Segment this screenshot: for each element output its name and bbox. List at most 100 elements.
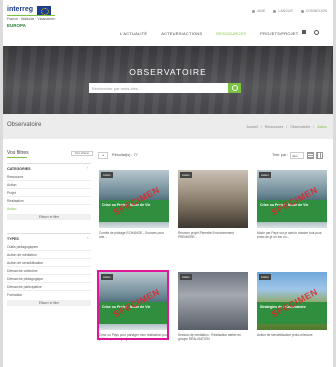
facet-item[interactable]: Action	[7, 183, 16, 187]
hero-banner: OBSERVATOIRE Rechercher par mots-clés...	[3, 46, 333, 114]
facet-item[interactable]: Outils pédagogiques	[7, 245, 38, 249]
result-card[interactable]: Action Réunion projet Pierrette Environn…	[178, 170, 248, 262]
facet-item[interactable]: Réalisation	[7, 199, 24, 203]
breadcrumb-sep: /	[260, 125, 262, 129]
facet-item[interactable]: Action de sensibilisation	[7, 261, 43, 265]
search-button[interactable]	[228, 83, 241, 93]
divider	[7, 196, 91, 197]
divider	[7, 258, 91, 259]
nav-acteurs[interactable]: ACTEURS/ACTIONS	[161, 31, 202, 36]
list-view-icon[interactable]	[307, 152, 314, 159]
facet-item[interactable]: Formation	[7, 293, 22, 297]
chevron-up-icon[interactable]: ⌃	[86, 237, 89, 241]
logo-eu: EUROPA	[7, 23, 26, 28]
title-underline	[7, 157, 27, 158]
breadcrumb-home[interactable]: Accueil	[246, 125, 257, 129]
breadcrumb-action: Action	[317, 125, 327, 129]
reset-filters-button[interactable]: Tout effacer	[71, 151, 93, 156]
result-card[interactable]: Action Session de médiation - Réalisatio…	[178, 272, 248, 364]
site-header: interreg France · Wallonie · Vlaanderen …	[3, 0, 333, 46]
erase-filter-button[interactable]: Effacer le filtre	[7, 300, 91, 306]
results-toolbar: ◂ Résultat(s) : 77 Trier par : date	[98, 150, 328, 162]
card-tag: Action	[259, 172, 271, 178]
facet-item[interactable]: Action de médiation	[7, 253, 37, 257]
facet-item[interactable]: Démarche collective	[7, 269, 38, 273]
result-count: Résultat(s) : 77	[112, 153, 138, 157]
breadcrumb-sep: /	[286, 125, 288, 129]
card-caption[interactable]: Mode par Pays sur je avis le dossier tou…	[257, 231, 327, 239]
breadcrumb: Accueil / Ressources / Observatoire / Actio…	[246, 125, 327, 129]
logo-bar	[7, 15, 55, 16]
card-tag: Action	[259, 274, 271, 280]
login-link[interactable]: CONNEXION	[300, 9, 327, 13]
result-card[interactable]: Stratégies de l'observatoire SPECIMEN Ac…	[257, 272, 327, 364]
card-caption[interactable]: Réunion projet Pierrette Environnement P…	[178, 231, 248, 239]
divider	[7, 250, 91, 251]
divider	[7, 282, 91, 283]
divider	[7, 274, 91, 275]
grid-menu-icon[interactable]	[302, 30, 306, 34]
facet-categories-head[interactable]: CATEGORIES	[7, 167, 31, 171]
page-title: OBSERVATOIRE	[129, 67, 207, 77]
card-caption[interactable]: Comité de pilotage ECHANGE - Sources pou…	[99, 231, 169, 239]
login-label: CONNEXION	[305, 9, 327, 13]
facet-item[interactable]: Projet	[7, 191, 16, 195]
card-image[interactable]: Crise ou Projet - Mode de Vie SPECIMEN A…	[99, 170, 169, 228]
erase-filter-button[interactable]: Effacer le filtre	[7, 214, 91, 220]
grid-view-icon[interactable]	[316, 152, 323, 159]
breadcrumb-observatoire[interactable]: Observatoire	[290, 125, 310, 129]
nav-icons	[302, 30, 319, 35]
main-nav: L'ACTUALITÉ ACTEURS/ACTIONS RESSOURCES P…	[120, 31, 298, 36]
nav-ressources[interactable]: RESSOURCES	[216, 31, 246, 36]
nav-actualite[interactable]: L'ACTUALITÉ	[120, 31, 147, 36]
filters-sidebar: Vos filtres Tout effacer CATEGORIES ⌃ Re…	[7, 150, 93, 360]
chevron-up-icon[interactable]: ⌃	[86, 167, 89, 171]
facet-item[interactable]: Démarche participative	[7, 285, 42, 289]
help-icon	[252, 9, 256, 13]
utility-links: AIDE LANGUE CONNEXION	[252, 9, 327, 13]
facet-item[interactable]: Démarche pédagogique	[7, 277, 43, 281]
facet-item[interactable]: Ressource	[7, 175, 23, 179]
card-caption[interactable]: Action de sensibilisation proto-relectur…	[257, 333, 327, 337]
divider	[7, 266, 91, 267]
help-link[interactable]: AIDE	[252, 9, 265, 13]
language-link[interactable]: LANGUE	[273, 9, 293, 13]
facet-types-head[interactable]: TYPES	[7, 237, 19, 241]
card-image[interactable]: Stratégies de l'observatoire SPECIMEN Ac…	[257, 272, 327, 330]
card-tag: Action	[101, 172, 113, 178]
breadcrumb-sep: /	[313, 125, 315, 129]
facet-types: TYPES ⌃ Outils pédagogiques Action de mé…	[7, 233, 91, 313]
breadcrumb-ressources[interactable]: Ressources	[265, 125, 283, 129]
search-input[interactable]: Rechercher par mots-clés...	[89, 83, 236, 93]
facet-categories: CATEGORIES ⌃ Ressource Action Projet Réa…	[7, 163, 91, 223]
divider	[7, 204, 91, 205]
page: interreg France · Wallonie · Vlaanderen …	[3, 0, 333, 367]
card-image[interactable]: Crise ou Projet - Mode de Vie SPECIMEN A…	[257, 170, 327, 228]
interreg-logo[interactable]: interreg France · Wallonie · Vlaanderen …	[7, 6, 67, 32]
section-title: Observatoire	[7, 122, 42, 128]
sort-label: Trier par :	[272, 153, 289, 157]
card-image[interactable]: Action	[178, 272, 248, 330]
selection-highlight	[97, 270, 169, 340]
divider	[7, 180, 91, 181]
language-label: LANGUE	[278, 9, 293, 13]
search-icon[interactable]	[314, 30, 319, 35]
divider	[7, 188, 91, 189]
user-icon	[300, 9, 304, 13]
eu-flag-icon	[37, 6, 51, 15]
nav-projets[interactable]: PROJETS/PROJET	[260, 31, 298, 36]
card-image[interactable]: Action	[178, 170, 248, 228]
prev-button[interactable]: ◂	[98, 152, 108, 159]
result-card[interactable]: Crise ou Projet - Mode de Vie SPECIMEN A…	[257, 170, 327, 262]
logo-sub: France · Wallonie · Vlaanderen	[7, 17, 56, 21]
card-tag: Action	[180, 274, 192, 280]
sort-select[interactable]: date	[290, 152, 304, 159]
logo-name: interreg	[7, 6, 34, 13]
card-tag: Action	[180, 172, 192, 178]
help-label: AIDE	[257, 9, 266, 13]
divider	[7, 290, 91, 291]
card-caption[interactable]: Session de médiation - Réalisation ateli…	[178, 333, 248, 341]
result-card[interactable]: Crise ou Projet - Mode de Vie SPECIMEN A…	[99, 170, 169, 262]
breadcrumb-bar: Observatoire Accueil / Ressources / Observ…	[3, 114, 333, 139]
facet-item-active[interactable]: Action	[7, 207, 16, 211]
